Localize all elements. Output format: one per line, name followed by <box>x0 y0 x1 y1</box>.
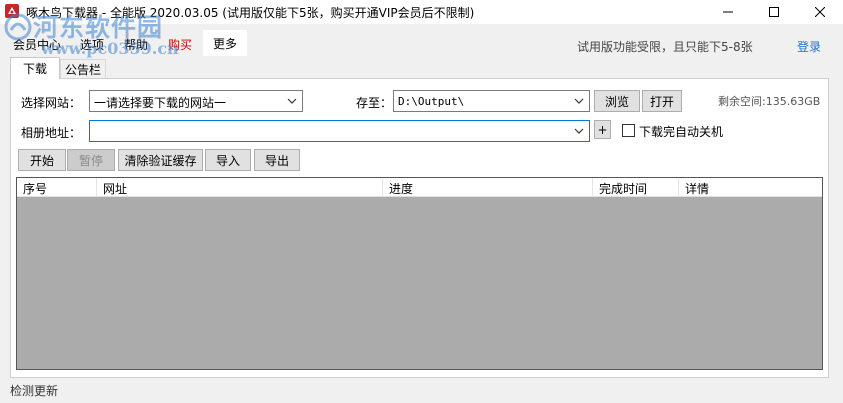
tab-announcements[interactable]: 公告栏 <box>60 59 106 79</box>
menu-member-center[interactable]: 会员中心 <box>13 36 61 53</box>
start-button-label: 开始 <box>29 153 54 168</box>
table-header: 序号 网址 进度 完成时间 详情 <box>17 178 822 197</box>
import-button-label: 导入 <box>215 153 240 168</box>
tab-download[interactable]: 下载 <box>10 57 60 79</box>
pause-button-label: 暂停 <box>78 153 103 168</box>
trial-limit-note: 试用版功能受限，且只能下5-8张 <box>577 40 753 54</box>
browse-button-label: 浏览 <box>604 94 629 109</box>
browse-button[interactable]: 浏览 <box>594 90 640 112</box>
column-header-url[interactable]: 网址 <box>97 178 383 197</box>
menu-more-label: 更多 <box>212 36 237 51</box>
album-url-input[interactable] <box>89 120 590 142</box>
export-button[interactable]: 导出 <box>254 149 300 171</box>
pause-button[interactable]: 暂停 <box>67 149 115 171</box>
free-space-text: 剩余空间:135.63GB <box>718 95 821 108</box>
open-button-label: 打开 <box>649 94 674 109</box>
site-label: 选择网站： <box>21 96 82 110</box>
import-button[interactable]: 导入 <box>205 149 251 171</box>
maximize-icon <box>769 7 779 17</box>
site-select-value: 一请选择要下载的网站一 <box>94 96 227 110</box>
title-bar: 啄木鸟下载器 - 全能版 2020.03.05 (试用版仅能下5张，购买开通VI… <box>0 0 843 24</box>
status-text[interactable]: 检测更新 <box>10 382 58 399</box>
save-path-select[interactable]: D:\Output\ <box>393 90 590 112</box>
window-title: 啄木鸟下载器 - 全能版 2020.03.05 (试用版仅能下5张，购买开通VI… <box>26 6 475 20</box>
start-button[interactable]: 开始 <box>18 149 66 171</box>
chevron-down-icon <box>287 98 297 104</box>
open-button[interactable]: 打开 <box>642 90 682 112</box>
login-link[interactable]: 登录 <box>797 38 821 55</box>
maximize-button[interactable] <box>751 0 797 24</box>
menu-help[interactable]: 帮助 <box>124 36 148 53</box>
column-header-details[interactable]: 详情 <box>679 178 822 197</box>
export-button-label: 导出 <box>264 153 289 168</box>
save-path-value: D:\Output\ <box>398 95 465 108</box>
add-url-button[interactable]: + <box>594 120 611 139</box>
album-url-label: 相册地址： <box>21 126 82 140</box>
tab-announcements-label: 公告栏 <box>64 63 101 77</box>
save-to-label: 存至： <box>356 96 393 110</box>
column-header-index[interactable]: 序号 <box>17 178 97 197</box>
auto-shutdown-checkbox[interactable] <box>622 124 635 137</box>
minimize-icon <box>723 11 733 13</box>
column-header-finish-time[interactable]: 完成时间 <box>593 178 679 197</box>
close-icon <box>815 7 825 17</box>
menu-buy[interactable]: 购买 <box>168 36 192 53</box>
chevron-down-icon <box>574 98 584 104</box>
auto-shutdown-label: 下载完自动关机 <box>639 125 724 139</box>
menu-more[interactable]: 更多 <box>203 30 247 56</box>
plus-icon: + <box>597 122 608 137</box>
chevron-down-icon <box>574 128 584 134</box>
clear-cache-button[interactable]: 清除验证缓存 <box>118 149 203 171</box>
download-table[interactable]: 序号 网址 进度 完成时间 详情 <box>16 177 823 370</box>
minimize-button[interactable] <box>705 0 751 24</box>
site-select[interactable]: 一请选择要下载的网站一 <box>89 90 303 112</box>
tab-download-label: 下载 <box>22 62 47 76</box>
menu-options[interactable]: 选项 <box>80 36 104 53</box>
clear-cache-button-label: 清除验证缓存 <box>124 153 197 168</box>
close-button[interactable] <box>797 0 843 24</box>
column-header-progress[interactable]: 进度 <box>383 178 593 197</box>
woodpecker-app-icon <box>5 4 19 18</box>
